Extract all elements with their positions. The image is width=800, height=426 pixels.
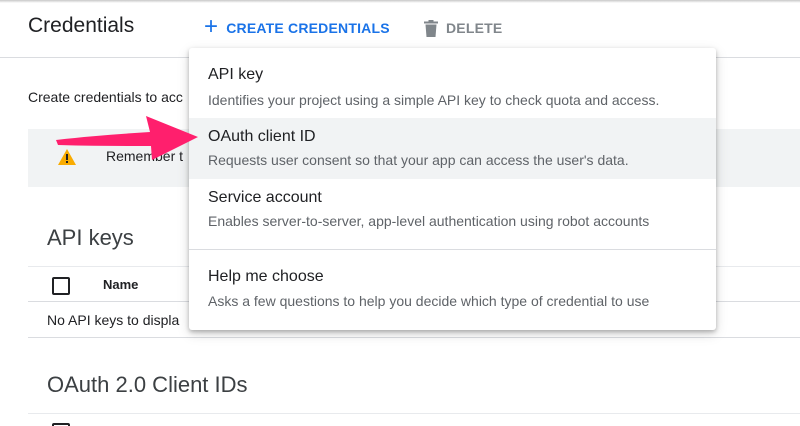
menu-item-title: Help me choose — [208, 268, 324, 285]
menu-item-service-account[interactable]: Service account Enables server-to-server… — [189, 179, 716, 249]
warning-icon — [58, 149, 76, 165]
warning-text: Remember t — [106, 148, 184, 164]
api-keys-title: API keys — [47, 225, 134, 250]
menu-item-title: OAuth client ID — [208, 128, 316, 145]
create-credentials-button[interactable]: + CREATE CREDENTIALS — [204, 15, 390, 41]
row-divider — [28, 337, 800, 338]
page-title: Credentials — [28, 14, 135, 37]
menu-item-oauth-client-id[interactable]: OAuth client ID Requests user consent so… — [189, 118, 716, 179]
column-header-name: Name — [103, 277, 139, 292]
trash-icon — [424, 19, 438, 37]
delete-label: DELETE — [446, 20, 503, 36]
intro-text: Create credentials to acc — [28, 89, 183, 105]
menu-item-description: Requests user consent so that your app c… — [208, 152, 629, 168]
menu-item-title: Service account — [208, 189, 322, 206]
top-shadow — [0, 0, 800, 3]
oauth-client-ids-title: OAuth 2.0 Client IDs — [47, 372, 248, 397]
oauth-table-header — [28, 413, 800, 426]
menu-item-api-key[interactable]: API key Identifies your project using a … — [189, 48, 716, 118]
menu-item-description: Enables server-to-server, app-level auth… — [208, 213, 650, 229]
select-all-checkbox[interactable] — [52, 277, 70, 295]
menu-item-title: API key — [208, 66, 264, 83]
menu-item-help-me-choose[interactable]: Help me choose Asks a few questions to h… — [189, 250, 716, 330]
create-credentials-label: CREATE CREDENTIALS — [226, 20, 390, 36]
delete-button[interactable]: DELETE — [424, 15, 502, 41]
create-credentials-menu: API key Identifies your project using a … — [189, 48, 716, 330]
menu-item-description: Identifies your project using a simple A… — [208, 92, 660, 108]
plus-icon: + — [204, 13, 219, 40]
api-keys-empty-message: No API keys to displa — [47, 312, 180, 328]
menu-item-description: Asks a few questions to help you decide … — [208, 293, 650, 309]
